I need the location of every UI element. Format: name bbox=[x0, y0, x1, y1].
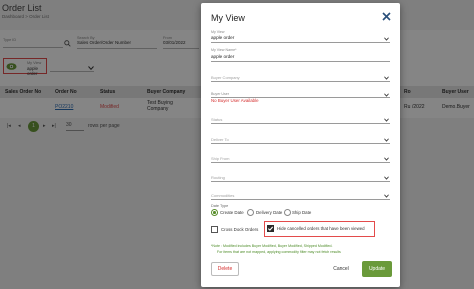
radio-create-date-label[interactable]: Create Date bbox=[220, 210, 244, 215]
hide-cancelled-label[interactable]: Hide cancelled orders that have been vie… bbox=[277, 226, 365, 231]
my-view-select-value: apple order bbox=[211, 35, 235, 40]
chevron-down-icon[interactable] bbox=[384, 194, 389, 198]
buyer-user-error: No Buyer User Available bbox=[211, 98, 259, 103]
view-name-label: My View Name* bbox=[211, 48, 237, 52]
buyer-company-select[interactable]: Buyer Company bbox=[211, 70, 390, 82]
buyer-company-placeholder: Buyer Company bbox=[211, 75, 240, 80]
hide-cancelled-checkbox[interactable] bbox=[267, 225, 274, 232]
deliver-to-select[interactable]: Deliver To bbox=[211, 133, 390, 144]
chevron-down-icon[interactable] bbox=[384, 157, 389, 161]
commodities-placeholder: Commodities bbox=[211, 193, 235, 198]
radio-delivery-date-label[interactable]: Delivery Date bbox=[256, 210, 282, 215]
chevron-down-icon[interactable] bbox=[384, 118, 389, 122]
radio-delivery-date[interactable] bbox=[247, 209, 254, 216]
chevron-down-icon[interactable] bbox=[384, 138, 389, 142]
cross-dock-checkbox[interactable] bbox=[211, 226, 218, 233]
chevron-down-icon[interactable] bbox=[384, 176, 389, 180]
ship-from-select[interactable]: Ship From bbox=[211, 152, 390, 163]
commodities-select[interactable]: Commodities bbox=[211, 189, 390, 200]
view-name-input[interactable]: My View Name* apple order bbox=[211, 48, 390, 62]
checkmark-icon bbox=[267, 226, 274, 231]
chevron-down-icon[interactable] bbox=[384, 37, 389, 41]
routing-select[interactable]: Routing bbox=[211, 171, 390, 182]
dialog-title: My View bbox=[211, 13, 245, 23]
buyer-user-label: Buyer User bbox=[211, 92, 229, 96]
note-text: For items that are not mapped, applying … bbox=[217, 250, 341, 254]
radio-ship-date-label[interactable]: Ship Date bbox=[292, 210, 311, 215]
note-text: *Note : Modified includes Buyer Modified… bbox=[211, 244, 333, 248]
delete-button[interactable]: Delete bbox=[211, 262, 239, 276]
cancel-button[interactable]: Cancel bbox=[329, 263, 353, 275]
chevron-down-icon[interactable] bbox=[384, 93, 389, 97]
routing-placeholder: Routing bbox=[211, 175, 225, 180]
date-type-label: Date Type bbox=[211, 204, 229, 208]
ship-from-placeholder: Ship From bbox=[211, 156, 230, 161]
update-button[interactable]: Update bbox=[362, 261, 392, 277]
deliver-to-placeholder: Deliver To bbox=[211, 137, 229, 142]
radio-ship-date[interactable] bbox=[284, 209, 291, 216]
view-name-value: apple order bbox=[211, 54, 235, 59]
close-icon[interactable] bbox=[382, 12, 391, 21]
radio-create-date[interactable] bbox=[211, 209, 218, 216]
my-view-select-label: My View bbox=[211, 30, 225, 34]
chevron-down-icon[interactable] bbox=[384, 76, 389, 80]
status-select[interactable]: Status bbox=[211, 113, 390, 124]
status-placeholder: Status bbox=[211, 117, 223, 122]
my-view-select[interactable]: My View apple order bbox=[211, 30, 390, 43]
cross-dock-label[interactable]: Cross Dock Orders bbox=[221, 227, 258, 232]
